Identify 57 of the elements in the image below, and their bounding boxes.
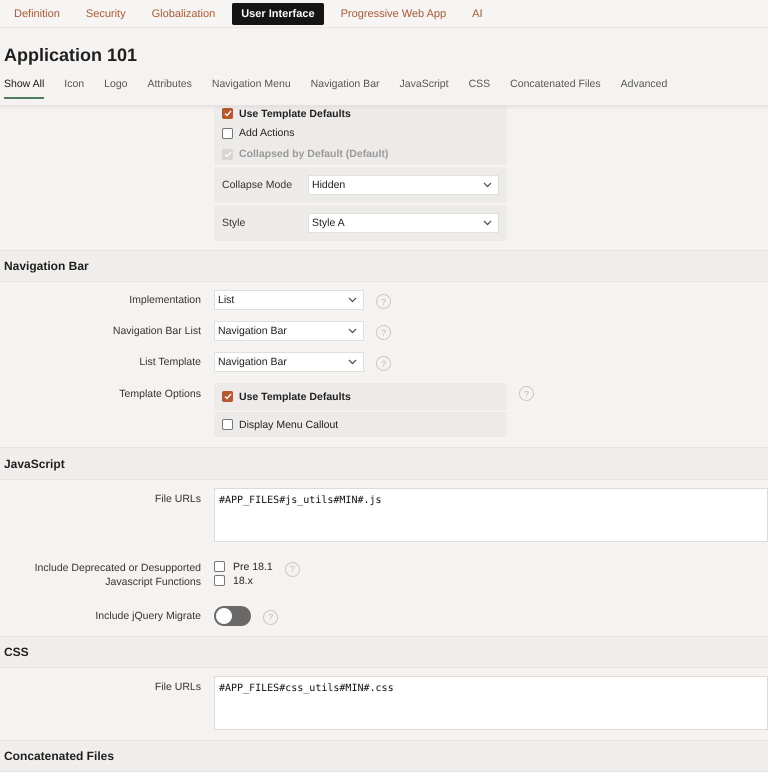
option-label: Use Template Defaults <box>239 390 351 403</box>
field-label: Include jQuery Migrate <box>94 608 201 623</box>
section-tab[interactable]: CSS <box>468 78 490 100</box>
section-header: CSS <box>0 636 768 668</box>
checkbox[interactable] <box>222 128 233 139</box>
chevron-down-icon <box>348 359 357 366</box>
section-tab[interactable]: Advanced <box>620 78 668 100</box>
toggle-switch[interactable] <box>214 606 251 626</box>
checkbox[interactable] <box>214 561 225 572</box>
chevron-down-icon <box>348 328 357 334</box>
field-label: Include Deprecated or Desupported Javascript Functions <box>34 560 201 589</box>
field-label: Template Options <box>118 387 201 402</box>
select-field[interactable]: Navigation Bar <box>214 352 364 372</box>
section-header: JavaScript <box>0 447 768 480</box>
field-label: Navigation Bar List <box>112 324 201 338</box>
app-tab[interactable]: User Interface <box>232 2 324 25</box>
field-label: Style <box>222 216 246 229</box>
option-label: Display Menu Callout <box>239 418 338 431</box>
section-tab[interactable]: Navigation Menu <box>212 78 291 100</box>
app-tab[interactable]: Progressive Web App <box>332 2 456 25</box>
select-field[interactable]: Navigation Bar <box>214 321 364 342</box>
checkbox[interactable] <box>222 108 233 120</box>
file-urls-field[interactable]: #APP_FILES#js_utils#MIN#.js <box>214 488 768 542</box>
checkbox[interactable] <box>214 575 225 586</box>
file-urls-field[interactable]: #APP_FILES#css_utils#MIN#.css <box>214 676 768 730</box>
app-tab[interactable]: Security <box>76 2 135 25</box>
select-field[interactable]: Style A <box>308 212 499 233</box>
option-label: Add Actions <box>239 127 294 140</box>
select-field[interactable]: Hidden <box>308 174 499 195</box>
option-label: Pre 18.1 <box>233 560 273 573</box>
section-tab[interactable]: Navigation Bar <box>310 78 380 100</box>
chevron-down-icon <box>483 220 492 226</box>
option-label: 18.x <box>233 574 253 587</box>
field-label: File URLs <box>154 492 201 506</box>
field-label: Collapse Mode <box>222 178 294 191</box>
app-tab[interactable]: AI <box>463 2 492 25</box>
section-header: Concatenated Files <box>0 740 768 772</box>
section-tab[interactable]: Attributes <box>148 78 192 100</box>
app-tab[interactable]: Globalization <box>142 2 224 25</box>
chevron-down-icon <box>483 182 492 188</box>
section-tab[interactable]: Show All <box>4 78 44 100</box>
section-tab[interactable]: Concatenated Files <box>510 78 601 100</box>
app-tab[interactable]: Definition <box>5 2 69 25</box>
option-label: Use Template Defaults <box>239 108 351 120</box>
page-title: Application 101 <box>3 44 138 68</box>
section-header: Navigation Bar <box>0 250 768 282</box>
field-label: List Template <box>138 355 201 370</box>
field-label: Implementation <box>128 293 201 308</box>
section-tab[interactable]: JavaScript <box>400 78 449 100</box>
checkbox[interactable] <box>222 419 233 430</box>
chevron-down-icon <box>348 297 357 304</box>
section-tab[interactable]: Icon <box>64 78 84 100</box>
field-label: File URLs <box>154 680 201 694</box>
section-tab[interactable]: Logo <box>104 78 128 100</box>
select-field[interactable]: List <box>214 290 364 310</box>
option-label: Collapsed by Default (Default) <box>239 148 388 160</box>
checkbox[interactable] <box>222 391 233 402</box>
